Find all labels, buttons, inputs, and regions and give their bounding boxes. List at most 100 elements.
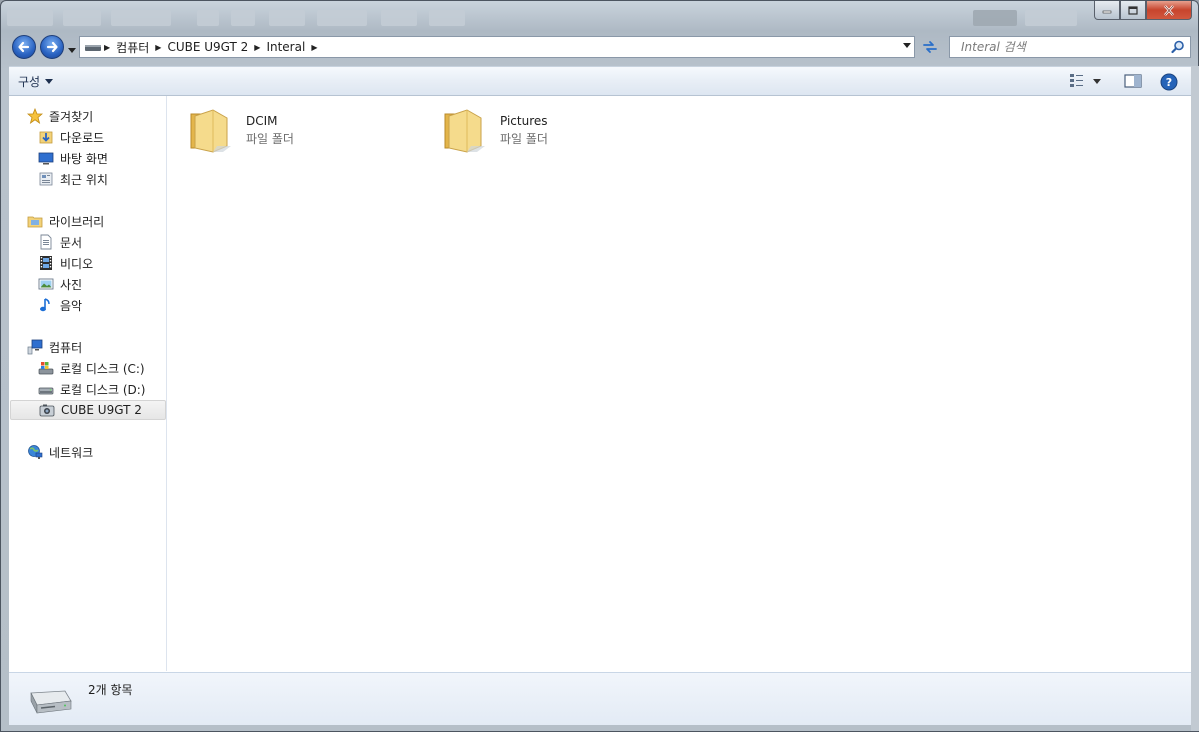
minimize-button[interactable] [1094, 1, 1120, 20]
breadcrumb-folder[interactable]: Interal [262, 37, 309, 57]
blurred-toolbar-item [63, 10, 101, 26]
sidebar-item-label: 로컬 디스크 (C:) [60, 361, 145, 376]
blurred-toolbar-item [197, 10, 219, 26]
recent-pages-button[interactable] [68, 43, 76, 57]
details-pane: 2개 항목 [9, 672, 1191, 725]
chevron-down-icon [68, 48, 76, 53]
blurred-toolbar-item [317, 10, 367, 26]
organize-menu-button[interactable]: 구성 [18, 73, 54, 90]
navigation-row: ▶ 컴퓨터 ▶ CUBE U9GT 2 ▶ Interal ▶ [9, 34, 1191, 60]
sidebar-item-label: 로컬 디스크 (D:) [60, 382, 146, 397]
sidebar-item-documents[interactable]: 문서 [38, 232, 82, 252]
file-type: 파일 폴더 [246, 132, 294, 146]
file-item-dcim[interactable]: DCIM 파일 폴더 [187, 106, 294, 154]
sidebar-computer[interactable]: 컴퓨터 [27, 337, 82, 357]
sidebar-item-label: 문서 [60, 235, 83, 250]
sidebar-item-label: 컴퓨터 [49, 340, 83, 355]
system-drive-icon [38, 360, 54, 376]
network-icon [27, 444, 43, 460]
breadcrumb-separator[interactable]: ▶ [155, 43, 161, 52]
search-input[interactable] [959, 39, 1163, 55]
refresh-icon [923, 41, 937, 53]
help-icon: ? [1160, 73, 1178, 91]
content-area: 즐겨찾기 다운로드 바탕 화면 최근 위치 라이브러리 문서 비디오 사진 음악… [9, 96, 1191, 725]
sidebar-item-label: 바탕 화면 [60, 151, 108, 166]
sidebar-item-videos[interactable]: 비디오 [38, 253, 93, 273]
file-name: Pictures [500, 114, 548, 128]
preview-pane-button[interactable] [1124, 73, 1142, 92]
sidebar-item-label: 즐겨찾기 [49, 109, 94, 124]
sidebar-item-downloads[interactable]: 다운로드 [38, 127, 104, 147]
close-button[interactable] [1146, 1, 1192, 20]
sidebar-item-desktop[interactable]: 바탕 화면 [38, 148, 108, 168]
sidebar-libraries[interactable]: 라이브러리 [27, 211, 104, 231]
breadcrumb-computer[interactable]: 컴퓨터 [112, 37, 153, 57]
film-icon [38, 255, 54, 271]
arrow-left-icon [18, 41, 30, 53]
folder-icon [444, 109, 485, 153]
music-note-icon [38, 297, 54, 313]
address-history-dropdown[interactable] [903, 42, 911, 51]
sidebar-favorites[interactable]: 즐겨찾기 [27, 106, 93, 126]
computer-icon [27, 339, 43, 355]
breadcrumb-device[interactable]: CUBE U9GT 2 [163, 37, 252, 57]
window-edge [1191, 66, 1199, 731]
preview-pane-icon [1124, 74, 1142, 88]
view-options-button[interactable] [1069, 73, 1101, 92]
removable-drive-icon [30, 690, 72, 714]
sidebar-item-label: 다운로드 [60, 130, 105, 145]
drive-icon [38, 381, 54, 397]
breadcrumb-separator[interactable]: ▶ [254, 43, 260, 52]
file-name: DCIM [246, 114, 278, 128]
forward-button[interactable] [40, 35, 64, 59]
blurred-toolbar-item [973, 10, 1017, 26]
sidebar-item-music[interactable]: 음악 [38, 295, 82, 315]
blurred-toolbar-item [429, 10, 465, 26]
arrow-right-icon [46, 41, 58, 53]
close-icon [1164, 4, 1174, 16]
help-button[interactable]: ? [1160, 73, 1178, 94]
sidebar-item-local-disk-d[interactable]: 로컬 디스크 (D:) [38, 379, 145, 399]
maximize-button[interactable] [1120, 1, 1146, 20]
file-list[interactable]: DCIM 파일 폴더 Pictures 파일 폴더 [167, 96, 1191, 671]
folder-icon [190, 109, 231, 153]
sidebar-item-label: 라이브러리 [49, 214, 105, 229]
chevron-down-icon [903, 43, 911, 48]
search-icon[interactable] [1171, 40, 1185, 57]
back-button[interactable] [12, 35, 36, 59]
sidebar-item-label: 비디오 [60, 256, 94, 271]
window-controls [1094, 1, 1192, 21]
sidebar-item-local-disk-c[interactable]: 로컬 디스크 (C:) [38, 358, 145, 378]
navigation-pane[interactable]: 즐겨찾기 다운로드 바탕 화면 최근 위치 라이브러리 문서 비디오 사진 음악… [9, 96, 167, 671]
command-bar: 구성 ? [9, 66, 1191, 96]
title-bar[interactable] [1, 1, 1199, 35]
view-details-icon [1070, 74, 1101, 87]
breadcrumb-separator[interactable]: ▶ [311, 43, 317, 52]
sidebar-item-label: 사진 [60, 277, 83, 292]
minimize-icon [1102, 10, 1112, 14]
blurred-toolbar-item [269, 10, 305, 26]
file-item-pictures[interactable]: Pictures 파일 폴더 [441, 106, 548, 154]
downloads-folder-icon [38, 129, 54, 145]
refresh-button[interactable] [919, 36, 941, 58]
documents-icon [38, 234, 54, 250]
item-count: 2개 항목 [88, 683, 133, 697]
libraries-folder-icon [27, 213, 43, 229]
sidebar-item-cube-u9gt-2[interactable]: CUBE U9GT 2 [10, 400, 166, 420]
recent-places-icon [38, 171, 54, 187]
sidebar-item-label: 최근 위치 [60, 172, 108, 187]
sidebar-item-pictures[interactable]: 사진 [38, 274, 82, 294]
breadcrumb-separator[interactable]: ▶ [104, 43, 110, 52]
file-type: 파일 폴더 [500, 132, 548, 146]
blurred-toolbar-item [111, 10, 171, 26]
drive-icon [84, 42, 102, 52]
search-box[interactable] [949, 36, 1191, 58]
blurred-toolbar-item [381, 10, 417, 26]
sidebar-item-recent-places[interactable]: 최근 위치 [38, 169, 108, 189]
address-bar[interactable]: ▶ 컴퓨터 ▶ CUBE U9GT 2 ▶ Interal ▶ [79, 36, 915, 58]
sidebar-network[interactable]: 네트워크 [27, 442, 93, 462]
blurred-toolbar-item [1025, 10, 1077, 26]
explorer-window: ▶ 컴퓨터 ▶ CUBE U9GT 2 ▶ Interal ▶ 구성 [0, 0, 1199, 732]
blurred-toolbar-item [7, 10, 53, 26]
picture-icon [38, 276, 54, 292]
